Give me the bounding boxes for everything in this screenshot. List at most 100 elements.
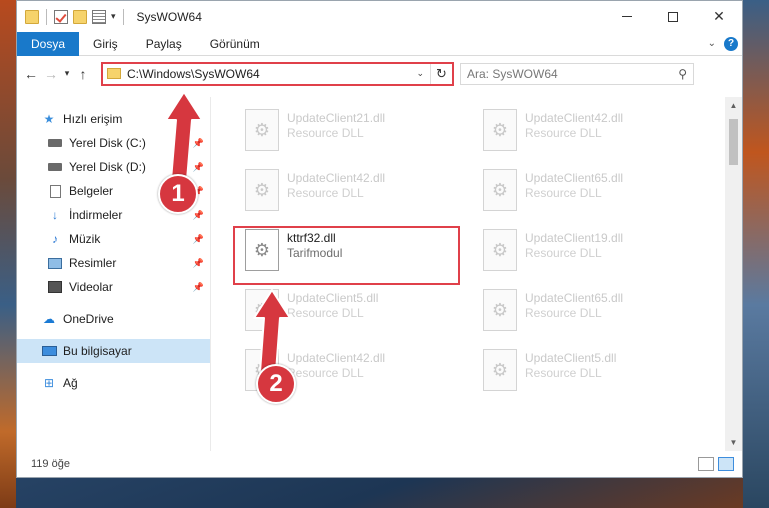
scroll-thumb[interactable]	[729, 119, 738, 165]
sidebar-item-onedrive[interactable]: ☁ OneDrive	[17, 307, 210, 331]
desktop-background-right	[743, 0, 769, 508]
sidebar-item-label: İndirmeler	[69, 208, 123, 222]
expand-ribbon-icon[interactable]: ⌄	[708, 38, 716, 49]
sidebar-item-network[interactable]: ⊞ Ağ	[17, 371, 210, 395]
customize-dropdown-icon[interactable]: ▾	[111, 11, 116, 22]
sidebar-item-this-pc[interactable]: Bu bilgisayar	[17, 339, 210, 363]
back-button[interactable]: ←	[21, 63, 41, 85]
separator	[46, 8, 47, 25]
file-item[interactable]: ⚙ UpdateClient19.dll Resource DLL	[475, 225, 695, 277]
vertical-scrollbar[interactable]: ▲ ▼	[725, 97, 742, 451]
close-button[interactable]: ✕	[696, 1, 742, 32]
sidebar-item-label: Yerel Disk (C:)	[69, 136, 146, 150]
pin-icon[interactable]: 📌	[193, 258, 204, 269]
file-item[interactable]: ⚙ UpdateClient5.dll Resource DLL	[237, 285, 457, 337]
sidebar-item-local-disk-c[interactable]: Yerel Disk (C:) 📌	[17, 131, 210, 155]
pin-icon[interactable]: 📌	[193, 234, 204, 245]
sidebar-item-label: OneDrive	[63, 312, 114, 326]
file-item[interactable]: ⚙ UpdateClient65.dll Resource DLL	[475, 165, 695, 217]
status-bar: 119 öğe	[17, 451, 742, 477]
tiles-view-icon[interactable]	[718, 457, 734, 471]
file-description: Resource DLL	[525, 186, 602, 200]
download-icon: ↓	[52, 208, 58, 222]
file-name: UpdateClient42.dll	[287, 351, 386, 365]
drive-icon	[47, 136, 63, 150]
file-name: UpdateClient65.dll	[525, 171, 624, 185]
ribbon-tabs: Dosya Giriş Paylaş Görünüm ⌄ ?	[17, 31, 742, 56]
file-description: Resource DLL	[287, 366, 364, 380]
file-item[interactable]: ⚙ UpdateClient21.dll Resource DLL	[237, 105, 457, 157]
file-item[interactable]: ⚙ UpdateClient42.dllResource DLL	[237, 165, 457, 217]
sidebar-item-label: Belgeler	[69, 184, 114, 198]
file-name: UpdateClient5.dll	[525, 351, 617, 365]
dll-file-icon: ⚙	[483, 289, 517, 331]
file-description: Resource DLL	[525, 306, 602, 320]
step-badge-2: 2	[256, 364, 296, 404]
file-description: Resource DLL	[525, 126, 602, 140]
sidebar-item-pictures[interactable]: Resimler 📌	[17, 251, 210, 275]
tab-view[interactable]: Görünüm	[196, 32, 274, 56]
new-folder-icon[interactable]	[73, 9, 87, 24]
recent-locations-icon[interactable]: ▾	[61, 63, 73, 85]
help-icon[interactable]: ?	[724, 36, 738, 51]
tab-home[interactable]: Giriş	[79, 32, 132, 56]
pin-icon[interactable]: 📌	[193, 162, 204, 173]
dll-file-icon: ⚙	[245, 169, 279, 211]
file-description: Resource DLL	[525, 246, 602, 260]
sidebar-item-label: Resimler	[69, 256, 117, 270]
desktop-background-left	[0, 0, 16, 508]
window-controls: ✕	[604, 1, 742, 32]
network-icon: ⊞	[43, 376, 55, 390]
dll-file-icon: ⚙	[483, 109, 517, 151]
tab-share[interactable]: Paylaş	[132, 32, 196, 56]
refresh-button[interactable]: ↻	[430, 63, 452, 84]
documents-icon	[47, 184, 63, 198]
dll-file-icon: ⚙	[245, 289, 279, 331]
drive-icon	[47, 160, 63, 174]
navigation-bar: ← → ▾ ↑ C:\Windows\SysWOW64 ⌄ ↻ Ara: Sys…	[17, 56, 742, 91]
scroll-up-icon[interactable]: ▲	[725, 97, 742, 114]
sidebar-item-videos[interactable]: Videolar 📌	[17, 275, 210, 299]
sidebar-item-label: Hızlı erişim	[63, 112, 123, 126]
pin-icon[interactable]: 📌	[193, 138, 204, 149]
sidebar-item-label: Ağ	[63, 376, 78, 390]
scroll-down-icon[interactable]: ▼	[725, 434, 742, 451]
search-input[interactable]: Ara: SysWOW64 ⚲	[460, 62, 694, 85]
ribbon-right-controls: ⌄ ?	[708, 36, 742, 51]
minimize-button[interactable]	[604, 1, 650, 32]
sidebar-item-label: Videolar	[69, 280, 113, 294]
file-name: UpdateClient19.dll	[525, 231, 624, 245]
file-description: Resource DLL	[287, 126, 364, 140]
file-description: Resource DLL	[287, 306, 364, 320]
forward-button[interactable]: →	[41, 63, 61, 85]
sidebar-item-quick-access[interactable]: ★ Hızlı erişim	[17, 107, 210, 131]
search-icon[interactable]: ⚲	[678, 67, 687, 81]
dll-file-icon: ⚙	[483, 169, 517, 211]
videos-icon	[47, 280, 63, 294]
file-item[interactable]: ⚙ UpdateClient65.dll Resource DLL	[475, 285, 695, 337]
pin-icon[interactable]: 📌	[193, 210, 204, 221]
list-icon[interactable]	[92, 9, 106, 24]
address-dropdown-icon[interactable]: ⌄	[416, 68, 430, 79]
dll-file-icon: ⚙	[483, 229, 517, 271]
maximize-button[interactable]	[650, 1, 696, 32]
dll-file-icon: ⚙	[245, 109, 279, 151]
tab-file[interactable]: Dosya	[17, 31, 80, 56]
file-name: UpdateClient42.dll	[525, 111, 624, 125]
address-bar[interactable]: C:\Windows\SysWOW64 ⌄ ↻	[101, 61, 454, 86]
details-view-icon[interactable]	[698, 457, 714, 471]
up-button[interactable]: ↑	[73, 63, 93, 85]
file-item[interactable]: ⚙ UpdateClient5.dll Resource DLL	[475, 345, 695, 397]
file-description: Resource DLL	[525, 366, 602, 380]
navigation-pane: ★ Hızlı erişim Yerel Disk (C:) 📌 Yerel D…	[17, 97, 211, 451]
properties-check-icon[interactable]	[54, 9, 68, 24]
sidebar-item-music[interactable]: ♪ Müzik 📌	[17, 227, 210, 251]
file-description: Resource DLL	[287, 186, 364, 200]
pin-icon[interactable]: 📌	[193, 282, 204, 293]
address-path[interactable]: C:\Windows\SysWOW64	[127, 67, 260, 81]
main-content: ★ Hızlı erişim Yerel Disk (C:) 📌 Yerel D…	[17, 97, 742, 451]
minimize-icon	[622, 16, 632, 17]
file-name: UpdateClient65.dll	[525, 291, 624, 305]
file-item[interactable]: ⚙ UpdateClient42.dllResource DLL	[475, 105, 695, 157]
sidebar-item-label: Müzik	[69, 232, 101, 246]
